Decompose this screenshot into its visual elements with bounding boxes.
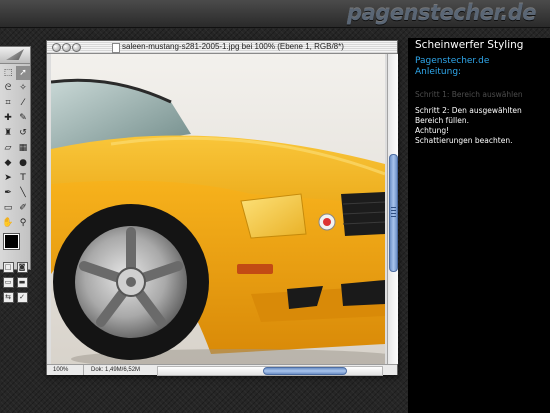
panel-site: Pagenstecher.de (415, 56, 490, 66)
quick-mask-icon[interactable]: ◙ (16, 262, 28, 273)
foreground-color-swatch[interactable] (3, 233, 20, 250)
mask-mode-row: □ ◙ (0, 260, 30, 275)
eraser-icon[interactable]: ▱ (1, 141, 15, 155)
standard-mode-icon[interactable]: □ (2, 262, 14, 273)
horizontal-scrollbar[interactable] (157, 366, 383, 376)
screen-mode-standard-icon[interactable]: ▭ (2, 277, 14, 288)
lower-intake-right (341, 280, 385, 306)
color-swatches[interactable] (0, 232, 30, 260)
notes-icon[interactable]: ▭ (1, 201, 15, 215)
imageready-icon[interactable]: ⇆ (2, 292, 14, 303)
feather-icon (6, 49, 24, 60)
line-icon[interactable]: ╲ (16, 186, 30, 200)
toolbox-palette: ⬚ ➚ ᘓ ✧ ⌗ ⁄ ✚ ✎ ♜ ↺ ▱ ▦ ◆ ● ➤ T ✒ ╲ ▭ ✐ ✋ ⚲ □ ◙ ▭ ▬ ⇆ ✓ (0, 46, 31, 303)
pen-icon[interactable]: ✒ (1, 186, 15, 200)
headlight (240, 193, 307, 239)
gradient-icon[interactable]: ▦ (16, 141, 30, 155)
screen-mode-row: ▭ ▬ (0, 275, 30, 290)
zoom-window-icon[interactable] (72, 43, 81, 52)
zoom-level[interactable]: 100% (51, 365, 84, 375)
minimize-window-icon[interactable] (62, 43, 71, 52)
document-titlebar[interactable]: saleen-mustang-s281-2005-1.jpg bei 100% … (47, 41, 397, 54)
eyedropper-icon[interactable]: ✐ (16, 201, 30, 215)
brush-icon[interactable]: ✎ (16, 111, 30, 125)
jump-row: ⇆ ✓ (0, 290, 30, 305)
toolbox-header[interactable] (0, 47, 30, 64)
move-icon[interactable]: ➚ (16, 66, 30, 80)
vertical-scrollbar[interactable] (387, 54, 398, 364)
step-2-line: Bereich füllen. (415, 116, 469, 125)
status-bar: 100% Dok: 1,49M/6,52M (47, 364, 397, 376)
history-brush-icon[interactable]: ↺ (16, 126, 30, 140)
blur-icon[interactable]: ◆ (1, 156, 15, 170)
healing-brush-icon[interactable]: ✚ (1, 111, 15, 125)
site-logo: pagenstecher.de (347, 1, 536, 25)
document-file-icon (112, 43, 120, 53)
vertical-scroll-thumb[interactable] (389, 154, 398, 272)
dodge-icon[interactable]: ● (16, 156, 30, 170)
side-marker (237, 264, 273, 274)
zoom-icon[interactable]: ⚲ (16, 216, 30, 230)
marquee-icon[interactable]: ⬚ (1, 66, 15, 80)
lasso-icon[interactable]: ᘓ (1, 81, 15, 95)
tool-grid: ⬚ ➚ ᘓ ✧ ⌗ ⁄ ✚ ✎ ♜ ↺ ▱ ▦ ◆ ● ➤ T ✒ ╲ ▭ ✐ ✋ ⚲ (0, 64, 30, 230)
hand-icon[interactable]: ✋ (1, 216, 15, 230)
panel-title: Scheinwerfer Styling (415, 39, 524, 51)
step-2: Schritt 2: Den ausgewählten Bereich füll… (415, 106, 547, 146)
checkmark-icon[interactable]: ✓ (16, 292, 28, 303)
panel-subtitle: Anleitung: (415, 67, 462, 77)
close-window-icon[interactable] (52, 43, 61, 52)
step-1: Schritt 1: Bereich auswählen (415, 90, 523, 99)
document-window: saleen-mustang-s281-2005-1.jpg bei 100% … (46, 40, 398, 376)
magic-wand-icon[interactable]: ✧ (16, 81, 30, 95)
slice-icon[interactable]: ⁄ (16, 96, 30, 110)
step-2-line: Schritt 2: Den ausgewählten (415, 106, 522, 115)
type-icon[interactable]: T (16, 171, 30, 185)
screen-mode-full-icon[interactable]: ▬ (16, 277, 28, 288)
step-2-line: Schattierungen beachten. (415, 136, 513, 145)
car-photo (51, 54, 385, 364)
header-band: pagenstecher.de (0, 0, 550, 28)
horizontal-scroll-thumb[interactable] (263, 367, 347, 375)
step-2-line: Achtung! (415, 126, 450, 135)
instructions-panel: Scheinwerfer Styling Pagenstecher.de Anl… (408, 38, 550, 413)
path-select-icon[interactable]: ➤ (1, 171, 15, 185)
document-size[interactable]: Dok: 1,49M/6,52M (91, 365, 140, 375)
clone-stamp-icon[interactable]: ♜ (1, 126, 15, 140)
document-title: saleen-mustang-s281-2005-1.jpg bei 100% … (122, 42, 344, 51)
crop-icon[interactable]: ⌗ (1, 96, 15, 110)
image-canvas[interactable] (51, 54, 385, 364)
